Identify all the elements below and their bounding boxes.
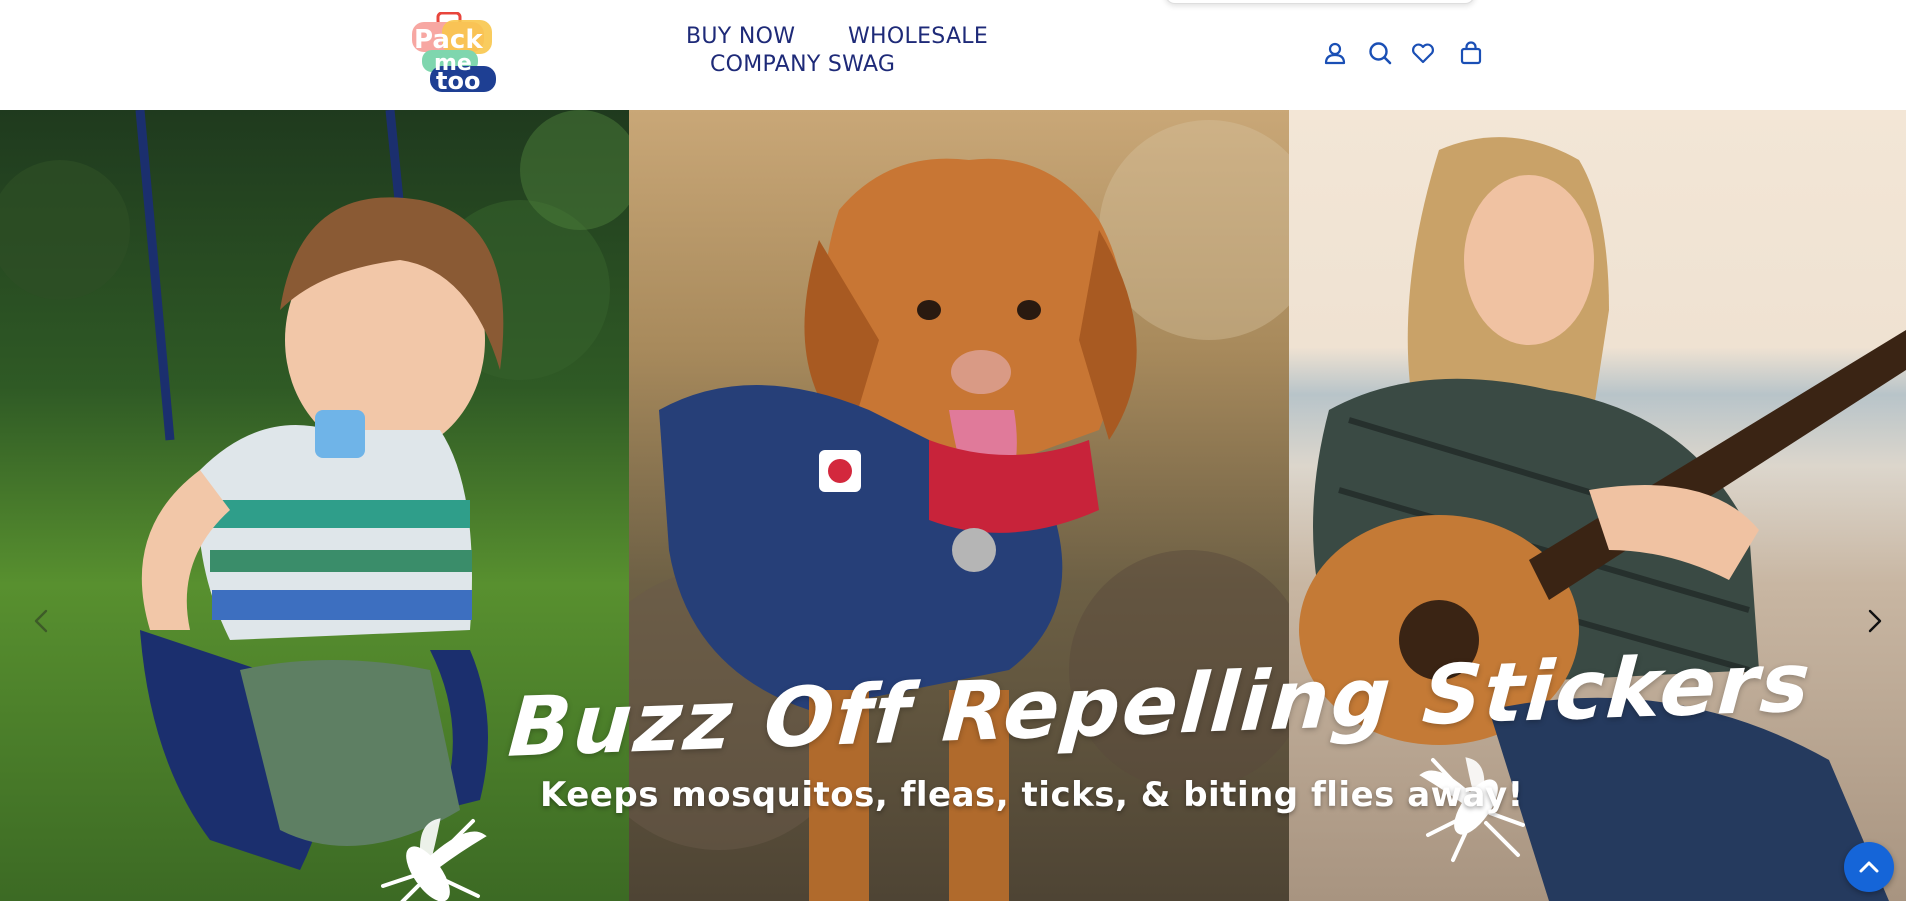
- account-icon[interactable]: [1322, 40, 1348, 66]
- mosquito-graphic: [378, 816, 488, 901]
- logo-mark: Pack me too: [412, 12, 496, 92]
- cart-bag-icon[interactable]: [1458, 40, 1484, 66]
- hero-slider: Buzz Off Repelling Stickers Keeps mosqui…: [0, 110, 1906, 901]
- chevron-right-icon[interactable]: [1858, 601, 1890, 641]
- chevron-left-icon[interactable]: [26, 601, 58, 641]
- search-icon[interactable]: [1367, 40, 1393, 66]
- logo-text-line3: too: [436, 67, 480, 92]
- nav-wholesale[interactable]: WHOLESALE: [848, 24, 988, 49]
- hero-subtitle: Keeps mosquitos, fleas, ticks, & biting …: [540, 775, 1524, 815]
- back-to-top-button[interactable]: [1844, 842, 1894, 892]
- dropdown-panel-edge: [1165, 0, 1475, 4]
- child-on-swing-photo: [0, 110, 629, 901]
- main-navigation: BUY NOW WHOLESALE COMPANY SWAG: [686, 24, 1016, 84]
- nav-company-swag[interactable]: COMPANY SWAG: [710, 52, 895, 77]
- site-header: Pack me too BUY NOW WHOLESALE COMPANY SW…: [0, 0, 1906, 110]
- nav-buy-now[interactable]: BUY NOW: [686, 24, 795, 49]
- pack-me-too-logo[interactable]: Pack me too: [408, 12, 498, 92]
- chevron-up-icon: [1859, 861, 1879, 873]
- header-actions: [1322, 40, 1482, 68]
- wishlist-heart-icon[interactable]: [1410, 40, 1436, 66]
